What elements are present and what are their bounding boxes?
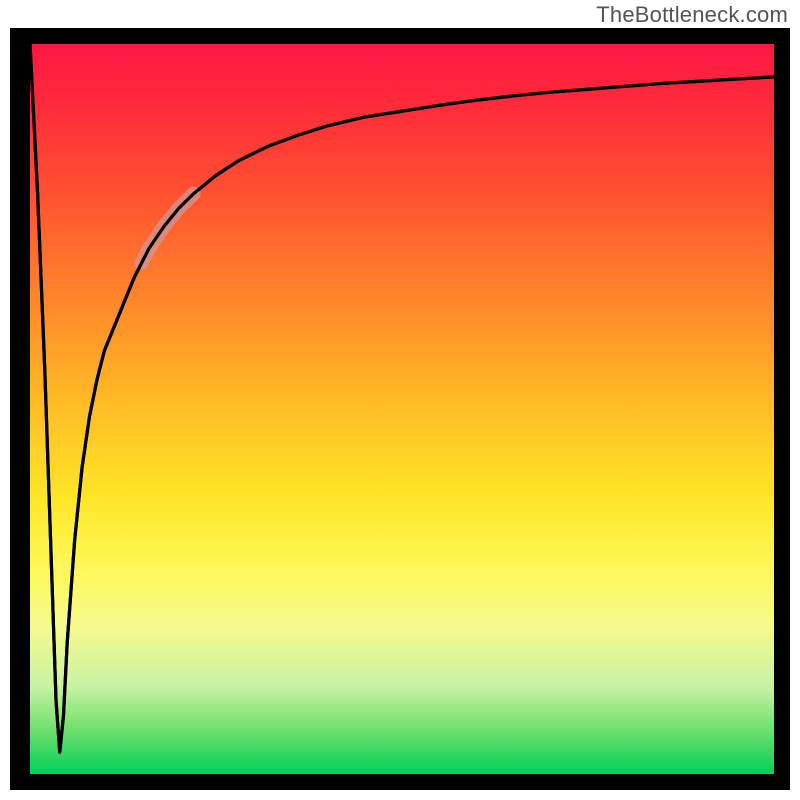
curve-svg [30,44,774,774]
chart-root: TheBottleneck.com [0,0,800,800]
attribution-label: TheBottleneck.com [596,2,788,28]
plot-area [30,44,774,774]
plot-frame [10,28,790,790]
bottleneck-curve-overlay [30,44,774,752]
curve-highlight-segment [142,194,194,263]
bottleneck-curve [30,44,774,752]
